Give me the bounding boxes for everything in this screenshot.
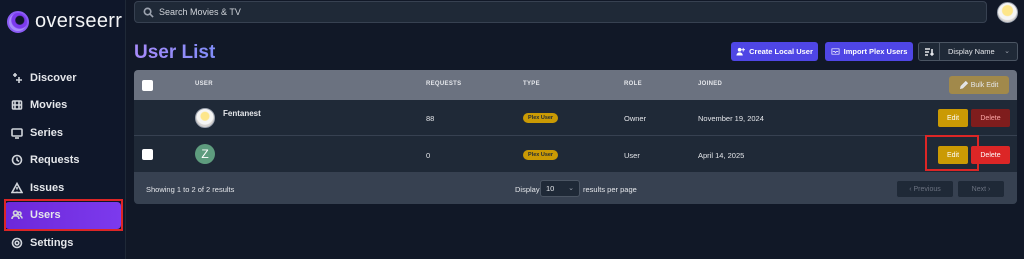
sidebar-item-requests[interactable]: Requests [0,147,126,175]
previous-button[interactable]: ‹ Previous [896,180,954,198]
search-bar[interactable] [134,1,987,23]
clock-icon [11,154,23,166]
bulk-edit-button[interactable]: Bulk Edit [949,76,1009,94]
user-table: USER REQUESTS TYPE ROLE JOINED Bulk Edit… [134,70,1017,204]
import-plex-users-label: Import Plex Users [843,47,908,56]
logo-icon [7,10,29,33]
pencil-icon [959,81,968,89]
user-role: User [624,151,640,160]
column-user: USER [195,81,213,87]
search-icon [143,7,154,18]
chevron-down-icon: ⌄ [568,185,574,192]
film-icon [11,100,23,111]
sidebar-item-label: Users [30,209,61,222]
joined-date: November 19, 2024 [698,114,764,123]
sidebar-item-label: Discover [30,71,77,84]
sidebar-item-users[interactable]: Users [5,201,121,229]
user-type-badge: Plex User [523,150,559,160]
next-button[interactable]: Next › [957,180,1005,198]
table-header: USER REQUESTS TYPE ROLE JOINED Bulk Edit [134,70,1017,100]
delete-button[interactable]: Delete [971,109,1010,127]
request-count: 88 [426,114,435,123]
chevron-right-icon: › [986,185,991,193]
per-page-suffix: results per page [583,185,637,194]
gear-icon [11,237,23,249]
sidebar-item-label: Settings [30,236,74,249]
column-requests: REQUESTS [426,81,462,87]
sidebar-item-series[interactable]: Series [0,119,126,147]
sidebar-item-label: Series [30,126,64,139]
per-page-value: 10 [546,184,555,193]
inbox-icon [831,48,840,55]
results-summary: Showing 1 to 2 of 2 results [146,185,235,194]
table-row: Fentanest 88 Plex User Owner November 19… [134,100,1017,136]
page-title: User List [134,42,216,63]
select-all-checkbox[interactable] [142,80,153,91]
user-avatar[interactable] [997,2,1018,23]
sidebar-item-discover[interactable]: Discover [0,64,126,92]
sort-select[interactable]: Display Name ⌄ [940,42,1018,61]
delete-button[interactable]: Delete [971,146,1010,164]
bulk-edit-label: Bulk Edit [970,81,999,89]
sidebar-item-label: Requests [30,154,80,167]
search-input[interactable] [159,7,759,17]
users-icon [11,210,23,220]
column-role: ROLE [624,81,642,87]
sort-select-value: Display Name [948,47,995,56]
sparkles-icon [13,72,22,83]
sort-button[interactable] [918,42,940,61]
sidebar-item-settings[interactable]: Settings [0,229,126,257]
edit-button[interactable]: Edit [938,109,968,127]
joined-date: April 14, 2025 [698,151,745,160]
pagination-bar: Showing 1 to 2 of 2 results Display 10 ⌄… [134,173,1017,204]
warning-icon [11,181,23,194]
previous-label: Previous [913,185,941,193]
import-plex-users-button[interactable]: Import Plex Users [825,42,913,61]
table-row: Z 0 Plex User User April 14, 2025 Edit D… [134,137,1017,173]
column-type: TYPE [523,81,540,87]
user-plus-icon [736,47,746,56]
row-select-checkbox[interactable] [142,149,153,160]
display-label: Display [515,185,540,194]
edit-button[interactable]: Edit [938,146,968,164]
sidebar-item-issues[interactable]: Issues [0,174,126,202]
app-name: overseerr [35,10,123,32]
chevron-down-icon: ⌄ [1004,48,1010,55]
request-count: 0 [426,151,431,160]
sidebar: overseerr Discover Movies Series Request… [0,0,126,259]
create-local-user-button[interactable]: Create Local User [731,42,818,61]
sidebar-nav: Discover Movies Series Requests Issues U… [0,64,126,257]
create-local-user-label: Create Local User [749,47,813,56]
sidebar-item-movies[interactable]: Movies [0,92,126,120]
user-role: Owner [624,114,647,123]
sidebar-item-label: Issues [30,181,65,194]
next-label: Next [971,185,987,193]
tv-icon [11,127,23,139]
sidebar-item-label: Movies [30,99,68,112]
avatar [195,108,215,128]
user-name[interactable]: Fentanest [223,109,261,118]
sort-descending-icon [925,47,934,56]
avatar: Z [195,144,215,164]
column-joined: JOINED [698,81,723,87]
logo[interactable]: overseerr [7,10,122,33]
per-page-select[interactable]: 10 ⌄ [540,180,580,197]
user-type-badge: Plex User [523,113,559,123]
